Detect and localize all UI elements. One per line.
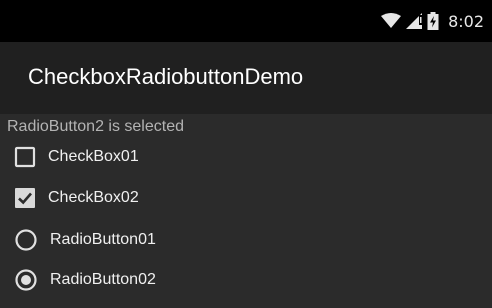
cell-signal-icon (406, 13, 423, 29)
radio-button-01[interactable]: RadioButton01 (14, 225, 156, 255)
status-bar: 8:02 (0, 0, 492, 42)
status-time: 8:02 (448, 11, 484, 31)
radio-unselected-icon[interactable] (14, 228, 38, 252)
checkbox-01[interactable]: CheckBox01 (14, 142, 139, 172)
battery-charging-icon (427, 12, 439, 30)
checkbox-02[interactable]: CheckBox02 (14, 183, 139, 213)
app-bar: CheckboxRadiobuttonDemo (0, 42, 492, 114)
radio-button-01-label: RadioButton01 (50, 231, 156, 248)
checkbox-02-label: CheckBox02 (48, 189, 139, 206)
radio-button-02-label: RadioButton02 (50, 271, 156, 288)
app-title: CheckboxRadiobuttonDemo (28, 64, 304, 89)
checkbox-checked-icon[interactable] (14, 187, 36, 209)
wifi-icon (381, 13, 402, 29)
checkbox-01-label: CheckBox01 (48, 148, 139, 165)
status-icons: 8:02 (381, 10, 484, 32)
selection-status-text: RadioButton2 is selected (7, 118, 184, 135)
content: RadioButton2 is selected CheckBox01 Chec… (0, 114, 492, 308)
radio-selected-icon[interactable] (14, 268, 38, 292)
checkbox-unchecked-icon[interactable] (14, 146, 36, 168)
screen: 8:02 CheckboxRadiobuttonDemo RadioButton… (0, 0, 492, 308)
radio-button-02[interactable]: RadioButton02 (14, 265, 156, 295)
